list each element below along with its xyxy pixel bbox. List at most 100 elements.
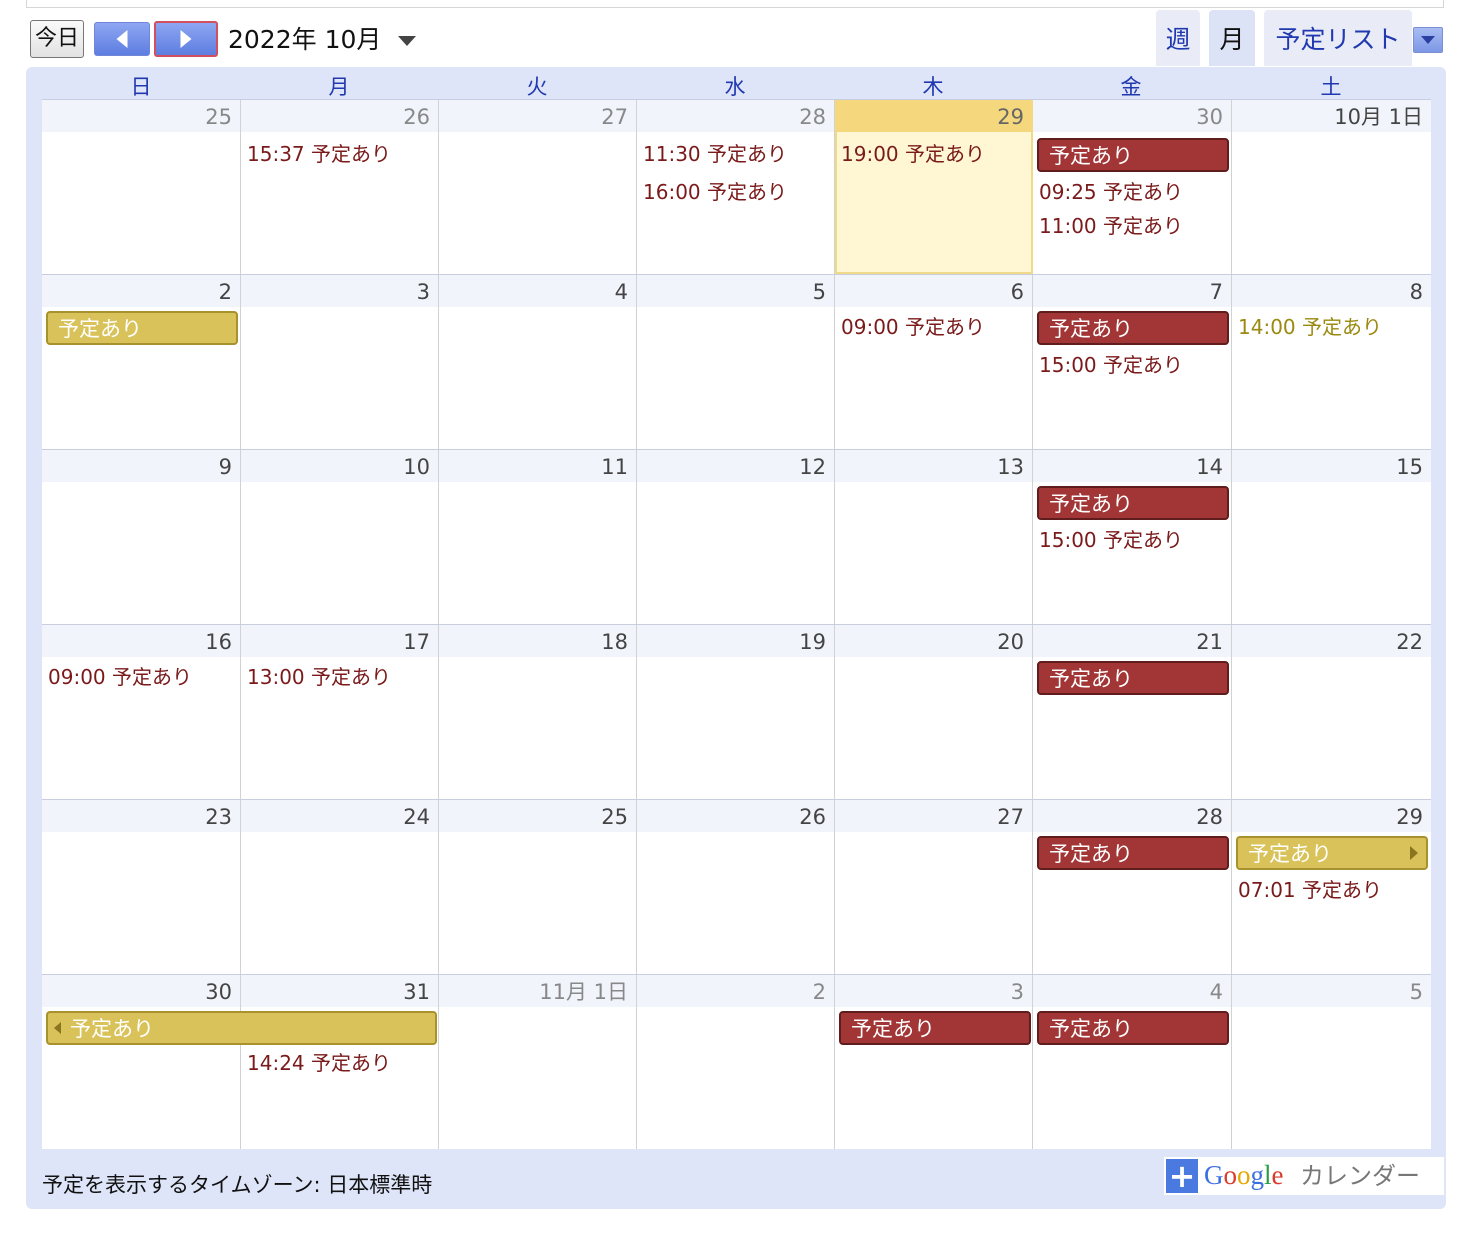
day-cell[interactable]: 8 14:00 予定あり — [1232, 275, 1431, 449]
event-item[interactable]: 15:37 予定あり — [247, 140, 391, 168]
day-cell[interactable]: 3 予定あり — [835, 975, 1033, 1149]
event-item[interactable]: 16:00 予定あり — [643, 178, 787, 206]
day-cell[interactable]: 16 09:00 予定あり — [42, 625, 241, 799]
event-bar[interactable]: 予定あり — [1037, 311, 1229, 345]
event-bar-multiday[interactable]: 予定あり — [46, 1011, 437, 1045]
prev-month-button[interactable] — [94, 22, 150, 56]
month-picker-dropdown-icon[interactable] — [398, 36, 416, 46]
day-number: 10 — [241, 450, 438, 482]
tab-month[interactable]: 月 — [1209, 10, 1255, 66]
day-cell[interactable]: 10月 1日 — [1232, 100, 1431, 274]
day-number: 23 — [42, 800, 240, 832]
day-number: 29 — [835, 100, 1032, 132]
next-month-button[interactable] — [154, 21, 218, 57]
tab-week[interactable]: 週 — [1156, 10, 1200, 66]
week-row: 9 10 11 12 13 14 予定あり 15:00 予定あり 15 — [42, 449, 1431, 624]
day-cell[interactable]: 25 — [42, 100, 241, 274]
day-cell[interactable]: 12 — [637, 450, 835, 624]
event-bar[interactable]: 予定あり — [839, 1011, 1031, 1045]
day-cell[interactable]: 25 — [439, 800, 637, 974]
weekday-header: 日 月 火 水 木 金 土 — [42, 73, 1431, 99]
day-number: 30 — [42, 975, 240, 1007]
day-cell[interactable]: 11月 1日 — [439, 975, 637, 1149]
day-number: 29 — [1232, 800, 1431, 832]
chevron-right-icon — [180, 30, 192, 48]
day-number: 2 — [42, 275, 240, 307]
day-number: 3 — [835, 975, 1032, 1007]
event-item[interactable]: 09:25 予定あり — [1039, 178, 1183, 206]
event-bar[interactable]: 予定あり — [1037, 486, 1229, 520]
day-cell[interactable]: 21 予定あり — [1033, 625, 1232, 799]
event-bar[interactable]: 予定あり — [1037, 138, 1229, 172]
day-cell[interactable]: 20 — [835, 625, 1033, 799]
event-item[interactable]: 11:30 予定あり — [643, 140, 787, 168]
day-cell[interactable]: 5 — [1232, 975, 1431, 1149]
day-cell[interactable]: 6 09:00 予定あり — [835, 275, 1033, 449]
day-number: 7 — [1033, 275, 1231, 307]
day-number: 17 — [241, 625, 438, 657]
day-number: 24 — [241, 800, 438, 832]
day-cell[interactable]: 7 予定あり 15:00 予定あり — [1033, 275, 1232, 449]
weekday-sun: 日 — [130, 75, 152, 99]
event-bar[interactable]: 予定あり — [46, 311, 238, 345]
day-cell[interactable]: 28 11:30 予定あり 16:00 予定あり — [637, 100, 835, 274]
event-item[interactable]: 09:00 予定あり — [841, 313, 985, 341]
day-cell[interactable]: 26 — [637, 800, 835, 974]
day-cell[interactable]: 18 — [439, 625, 637, 799]
day-cell[interactable]: 24 — [241, 800, 439, 974]
day-number: 25 — [439, 800, 636, 832]
day-cell[interactable]: 4 予定あり — [1033, 975, 1232, 1149]
week-row: 16 09:00 予定あり 17 13:00 予定あり 18 19 20 21 … — [42, 624, 1431, 799]
day-cell[interactable]: 31 14:24 予定あり — [241, 975, 439, 1149]
day-cell[interactable]: 9 — [42, 450, 241, 624]
day-number: 27 — [835, 800, 1032, 832]
day-cell[interactable]: 30 予定あり 09:25 予定あり 11:00 予定あり — [1033, 100, 1232, 274]
event-item[interactable]: 13:00 予定あり — [247, 663, 391, 691]
day-cell[interactable]: 22 — [1232, 625, 1431, 799]
tab-agenda[interactable]: 予定リスト — [1264, 10, 1412, 66]
day-cell[interactable]: 11 — [439, 450, 637, 624]
event-item[interactable]: 15:00 予定あり — [1039, 526, 1183, 554]
day-cell[interactable]: 15 — [1232, 450, 1431, 624]
day-cell[interactable]: 27 — [835, 800, 1033, 974]
weekday-mon: 月 — [328, 75, 350, 99]
day-cell[interactable]: 4 — [439, 275, 637, 449]
day-number: 30 — [1033, 100, 1231, 132]
event-item[interactable]: 15:00 予定あり — [1039, 351, 1183, 379]
event-item[interactable]: 07:01 予定あり — [1238, 876, 1382, 904]
event-item[interactable]: 11:00 予定あり — [1039, 212, 1183, 240]
event-bar[interactable]: 予定あり — [1037, 1011, 1229, 1045]
day-cell[interactable]: 28 予定あり — [1033, 800, 1232, 974]
day-cell[interactable]: 14 予定あり 15:00 予定あり — [1033, 450, 1232, 624]
day-cell[interactable]: 5 — [637, 275, 835, 449]
day-cell[interactable]: 23 — [42, 800, 241, 974]
day-cell[interactable]: 27 — [439, 100, 637, 274]
day-cell[interactable]: 2 — [637, 975, 835, 1149]
day-cell[interactable]: 19 — [637, 625, 835, 799]
calendar-toolbar: 今日 2022年 10月 週 月 予定リスト — [26, 10, 1446, 66]
day-cell[interactable]: 10 — [241, 450, 439, 624]
google-calendar-badge[interactable]: + Google カレンダー — [1164, 1157, 1444, 1195]
day-cell[interactable]: 29 予定あり 07:01 予定あり — [1232, 800, 1431, 974]
day-number: 12 — [637, 450, 834, 482]
day-cell[interactable]: 26 15:37 予定あり — [241, 100, 439, 274]
event-bar[interactable]: 予定あり — [1037, 836, 1229, 870]
day-cell[interactable]: 2 予定あり — [42, 275, 241, 449]
day-cell[interactable]: 30 — [42, 975, 241, 1149]
event-bar-label: 予定あり — [70, 1017, 154, 1041]
day-number: 9 — [42, 450, 240, 482]
day-cell[interactable]: 13 — [835, 450, 1033, 624]
day-cell[interactable]: 17 13:00 予定あり — [241, 625, 439, 799]
day-cell[interactable]: 3 — [241, 275, 439, 449]
day-cell-today[interactable]: 29 19:00 予定あり — [835, 100, 1033, 274]
event-item[interactable]: 09:00 予定あり — [48, 663, 192, 691]
event-item[interactable]: 14:00 予定あり — [1238, 313, 1382, 341]
event-item[interactable]: 14:24 予定あり — [247, 1049, 391, 1077]
view-menu-button[interactable] — [1413, 27, 1443, 53]
event-bar[interactable]: 予定あり — [1236, 836, 1428, 870]
today-button[interactable]: 今日 — [30, 20, 84, 58]
event-bar[interactable]: 予定あり — [1037, 661, 1229, 695]
day-number: 28 — [1033, 800, 1231, 832]
week-row: 23 24 25 26 27 28 予定あり 29 予定あり 07:01 予定あ… — [42, 799, 1431, 974]
event-item[interactable]: 19:00 予定あり — [841, 140, 985, 168]
